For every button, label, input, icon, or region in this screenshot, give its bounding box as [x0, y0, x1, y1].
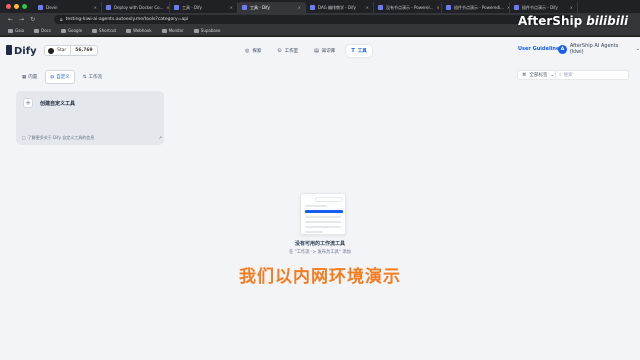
tool-category-tabs: ▦ 内置 ◍ 自定义 ⇅ 工作流 [18, 70, 106, 84]
bookmark-item[interactable]: Webhook [126, 28, 152, 33]
browser-tab[interactable]: DAG 编排教学 - Dify × [306, 2, 374, 13]
illustration-pill [315, 197, 343, 202]
reload-icon[interactable]: ↻ [30, 16, 35, 23]
browser-tab[interactable]: Deploy with Docker Co... × [102, 2, 170, 13]
bookmark-item[interactable]: Google [60, 28, 82, 33]
github-star-button[interactable]: Star 56,769 [44, 45, 98, 56]
bookmark-item[interactable]: Shortcut [92, 28, 116, 33]
illustration-line [305, 231, 323, 233]
nav-buttons: ← → ↻ [0, 16, 54, 23]
dify-page: Dify Star 56,769 ◎ 探索 ⊙ 工作室 ▤ 知识库 T 工具 ▦ 内置 ◍… [0, 37, 640, 360]
favicon-icon [38, 5, 43, 10]
chevron-down-icon: ⌄ [550, 72, 555, 78]
favicon-icon [242, 5, 247, 10]
folder-icon [126, 28, 132, 33]
video-watermark: AfterShip bilibili [518, 14, 628, 28]
lock-icon: 🔒︎ [60, 16, 63, 23]
maximize-window-button[interactable] [22, 4, 27, 9]
illustration-line [305, 226, 341, 228]
compass-icon: ◎ [245, 48, 250, 54]
bookmark-item[interactable]: Docs [34, 28, 51, 33]
folder-icon [60, 28, 66, 33]
tag-filter-dropdown[interactable]: ⌘ 全部标签 ⌄ [517, 70, 560, 80]
browser-tab[interactable]: 插件节点演示 - Poweredi... × [442, 2, 510, 13]
nav-studio[interactable]: ⊙ 工作室 [272, 45, 303, 57]
folder-icon [34, 28, 40, 33]
favicon-icon [106, 5, 111, 10]
bookmark-item[interactable]: Gaia [8, 28, 24, 33]
close-window-button[interactable] [6, 4, 11, 9]
close-tab-icon[interactable]: × [366, 5, 369, 10]
browser-tab-active[interactable]: 工具 - Dify × [238, 2, 306, 13]
nav-tools[interactable]: T 工具 [346, 45, 372, 57]
book-icon: ▢ [22, 135, 26, 140]
tab-builtin[interactable]: ▦ 内置 [18, 70, 41, 84]
close-tab-icon[interactable]: × [436, 5, 439, 10]
plus-icon: + [23, 98, 33, 108]
bilibili-logo: bilibili [586, 14, 629, 28]
browser-tab[interactable]: 没有节点演示 - Powerel... × [374, 2, 442, 13]
search-input[interactable]: ⌕ 搜索 [555, 70, 629, 80]
empty-state-subtitle: 在 "工作流 -> 发布为工具" 添加 [289, 250, 351, 255]
folder-icon [193, 28, 199, 33]
external-link-icon: ↗ [158, 135, 162, 140]
favicon-icon [514, 5, 519, 10]
browser-tab-bar: Devin × Deploy with Docker Co... × 工具 - Di… [0, 0, 640, 13]
tab-custom[interactable]: ◍ 自定义 [45, 70, 75, 84]
account-menu[interactable]: A AfterShip AI Agents (kiwi) ⌄ [558, 43, 640, 55]
url-input[interactable]: 🔒︎ testing-kiwi-ai-agents.autoexly.me/to… [54, 15, 574, 24]
window-controls [0, 4, 34, 9]
close-tab-icon[interactable]: × [230, 5, 233, 10]
user-guideline-link[interactable]: User Guideline [518, 46, 559, 52]
tool-icon: T [351, 48, 355, 54]
empty-state-illustration [300, 193, 346, 235]
minimize-window-button[interactable] [14, 4, 19, 9]
dify-logo-icon [6, 45, 12, 55]
folder-icon [92, 28, 98, 33]
grid-icon: ▦ [22, 74, 27, 80]
illustration-line [305, 216, 341, 218]
account-name: AfterShip AI Agents (kiwi) [569, 43, 619, 55]
studio-icon: ⊙ [277, 48, 282, 54]
create-custom-tool-title: 创建自定义工具 [40, 101, 76, 107]
bookmark-item[interactable]: Monitor [161, 28, 184, 33]
tab-workflow[interactable]: ⇅ 工作流 [79, 70, 106, 84]
illustration-highlight [305, 210, 343, 213]
github-icon [48, 47, 54, 54]
browser-tab[interactable]: 工具 - Dify × [170, 2, 238, 13]
nav-explore[interactable]: ◎ 探索 [240, 45, 266, 57]
folder-icon [161, 28, 167, 33]
illustration-line [305, 205, 327, 207]
learn-more-link[interactable]: ▢ 了解更多关于 Dify 自定义工具的信息 ↗ [22, 135, 162, 141]
video-subtitle: 我们以内网环境演示 [239, 267, 401, 287]
favicon-icon [174, 5, 179, 10]
tag-icon: ⌘ [522, 72, 527, 78]
chevron-down-icon: ⌄ [635, 46, 640, 52]
browser-tab[interactable]: Devin × [34, 2, 102, 13]
folder-icon [8, 28, 13, 33]
back-icon[interactable]: ← [8, 16, 13, 23]
avatar: A [558, 44, 567, 54]
close-tab-icon[interactable]: × [298, 5, 301, 10]
close-tab-icon[interactable]: × [94, 5, 97, 10]
main-nav: ◎ 探索 ⊙ 工作室 ▤ 知识库 T 工具 [240, 45, 372, 57]
favicon-icon [310, 5, 315, 10]
illustration-line [305, 221, 341, 223]
empty-state-title: 没有可用的工作流工具 [294, 241, 345, 247]
forward-icon[interactable]: → [19, 16, 24, 23]
nav-knowledge[interactable]: ▤ 知识库 [309, 45, 340, 57]
custom-icon: ◍ [50, 74, 55, 80]
favicon-icon [446, 5, 451, 10]
bookmark-item[interactable]: Supabase [193, 28, 220, 33]
search-icon: ⌕ [559, 73, 562, 78]
browser-tab[interactable]: 插件节点演示 - Dify × [510, 2, 578, 13]
book-icon: ▤ [314, 48, 319, 54]
dify-logo[interactable]: Dify [6, 45, 37, 57]
close-tab-icon[interactable]: × [570, 5, 573, 10]
create-custom-tool-card[interactable]: + 创建自定义工具 ▢ 了解更多关于 Dify 自定义工具的信息 ↗ [16, 91, 164, 145]
aftership-watermark: AfterShip [518, 14, 583, 28]
workflow-icon: ⇅ [82, 74, 87, 80]
favicon-icon [378, 5, 383, 10]
